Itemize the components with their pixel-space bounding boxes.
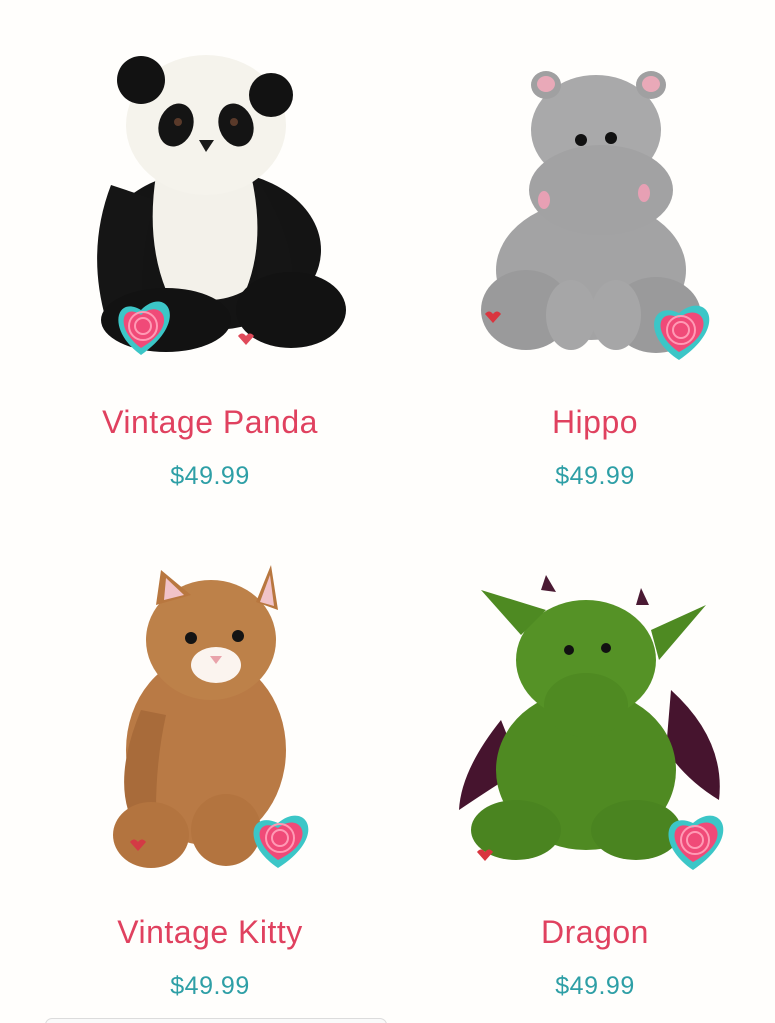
product-price: $49.99 <box>170 462 250 490</box>
product-price: $49.99 <box>555 972 635 1000</box>
product-card[interactable]: Dragon $49.99 <box>401 510 775 1000</box>
panda-plush-image[interactable] <box>16 0 404 380</box>
product-price: $49.99 <box>170 972 250 1000</box>
product-card[interactable]: Vintage Panda $49.99 <box>16 0 404 490</box>
hippo-plush-image[interactable] <box>401 0 775 380</box>
product-price: $49.99 <box>555 462 635 490</box>
product-name[interactable]: Dragon <box>401 910 775 954</box>
dragon-plush-image[interactable] <box>401 510 775 890</box>
product-card[interactable]: Hippo $49.99 <box>401 0 775 490</box>
product-card[interactable]: Vintage Kitty $49.99 <box>16 510 404 1000</box>
product-grid: Vintage Panda $49.99 Hippo $49.99 Vintag… <box>0 0 775 1023</box>
product-name[interactable]: Vintage Panda <box>16 400 404 444</box>
product-name[interactable]: Vintage Kitty <box>16 910 404 954</box>
partial-button[interactable] <box>45 1018 387 1023</box>
product-name[interactable]: Hippo <box>401 400 775 444</box>
kitty-plush-image[interactable] <box>16 510 404 890</box>
